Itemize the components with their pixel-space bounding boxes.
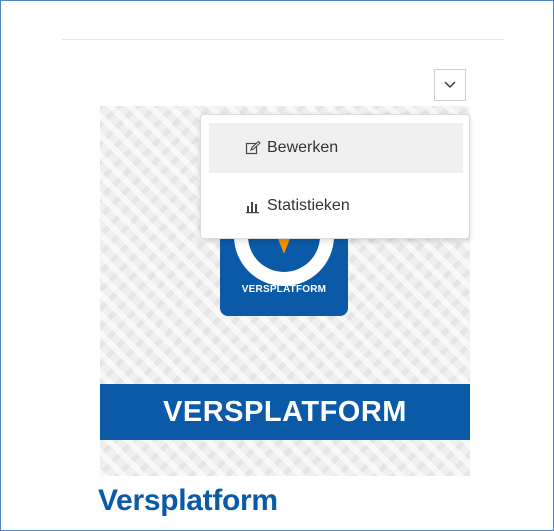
divider [62,39,504,40]
menu-toggle-button[interactable] [434,69,466,101]
bar-chart-icon [246,202,259,214]
dropdown-menu: Bewerken Statistieken [200,114,470,239]
menu-item-bewerken[interactable]: Bewerken [209,123,463,173]
logo-text: VERSPLATFORM [241,284,327,295]
menu-item-label: Bewerken [267,139,339,156]
menu-item-label: Statistieken [267,197,350,214]
edit-icon [245,140,261,155]
image-banner: VERSPLATFORM [100,384,470,440]
chevron-down-icon [444,81,456,88]
menu-item-statistieken[interactable]: Statistieken [209,181,463,231]
card-title[interactable]: Versplatform [98,484,278,518]
